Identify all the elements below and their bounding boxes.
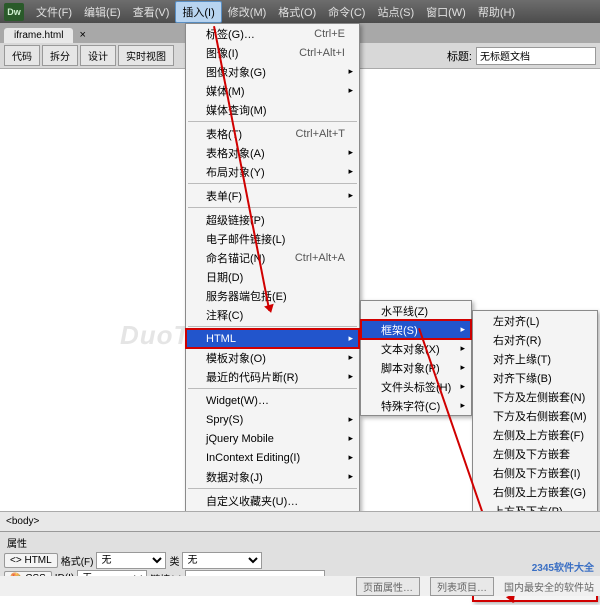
mi-anchor[interactable]: 命名锚记(N)Ctrl+Alt+A [186, 248, 359, 267]
mi-top[interactable]: 对齐上缘(T) [473, 349, 597, 368]
mi-br[interactable]: 下方及右侧嵌套(M) [473, 406, 597, 425]
mi-widget[interactable]: Widget(W)… [186, 391, 359, 410]
title-input[interactable] [476, 47, 596, 65]
mi-media[interactable]: 媒体(M) [186, 81, 359, 100]
mi-hr[interactable]: 水平线(Z) [361, 301, 471, 320]
mi-frame[interactable]: 框架(S) [361, 320, 471, 339]
view-split-button[interactable]: 拆分 [42, 45, 78, 66]
page-props-button[interactable]: 页面属性… [356, 577, 420, 596]
mi-rb[interactable]: 右侧及下方嵌套(I) [473, 463, 597, 482]
tag-body[interactable]: <body> [6, 516, 39, 527]
mi-html[interactable]: HTML [186, 329, 359, 348]
menu-modify[interactable]: 修改(M) [222, 2, 273, 22]
mi-left[interactable]: 左对齐(L) [473, 311, 597, 330]
menu-window[interactable]: 窗口(W) [420, 2, 472, 22]
class-label: 类 [169, 553, 179, 568]
mi-bottom[interactable]: 对齐下缘(B) [473, 368, 597, 387]
mi-jqm[interactable]: jQuery Mobile [186, 429, 359, 448]
mi-ssi[interactable]: 服务器端包括(E) [186, 286, 359, 305]
mi-form[interactable]: 表单(F) [186, 186, 359, 205]
mi-right[interactable]: 右对齐(R) [473, 330, 597, 349]
properties-header: 属性 [4, 534, 596, 551]
mi-lb[interactable]: 左侧及上方嵌套(F) [473, 425, 597, 444]
mi-ice[interactable]: InContext Editing(I) [186, 448, 359, 467]
format-select[interactable]: 无 [96, 552, 166, 569]
mi-bl[interactable]: 下方及左侧嵌套(N) [473, 387, 597, 406]
tab-iframe[interactable]: iframe.html [4, 28, 73, 43]
tab-close-icon[interactable]: × [73, 27, 91, 43]
title-label: 标题: [447, 48, 472, 64]
mi-data-obj[interactable]: 数据对象(J) [186, 467, 359, 486]
props-tab-html[interactable]: <> HTML [4, 553, 58, 568]
mi-hyperlink[interactable]: 超级链接(P) [186, 210, 359, 229]
mi-spry[interactable]: Spry(S) [186, 410, 359, 429]
mi-media-query[interactable]: 媒体查询(M) [186, 100, 359, 119]
menu-site[interactable]: 站点(S) [371, 2, 420, 22]
properties-panel: 属性 <> HTML 格式(F) 无 类 无 🎨 CSS ID(I) 无 链接(… [0, 531, 600, 576]
menu-view[interactable]: 查看(V) [127, 2, 176, 22]
menu-bar: Dw 文件(F) 编辑(E) 查看(V) 插入(I) 修改(M) 格式(O) 命… [0, 0, 600, 23]
mi-script-obj[interactable]: 脚本对象(P) [361, 358, 471, 377]
view-code-button[interactable]: 代码 [4, 45, 40, 66]
menu-insert[interactable]: 插入(I) [175, 1, 221, 23]
insert-dropdown: 标签(G)…Ctrl+E 图像(I)Ctrl+Alt+I 图像对象(G) 媒体(… [185, 23, 360, 530]
mi-layout-obj[interactable]: 布局对象(Y) [186, 162, 359, 181]
menu-format[interactable]: 格式(O) [272, 2, 322, 22]
mi-tag[interactable]: 标签(G)…Ctrl+E [186, 24, 359, 43]
menu-file[interactable]: 文件(F) [30, 2, 78, 22]
menu-help[interactable]: 帮助(H) [472, 2, 521, 22]
mi-special[interactable]: 特殊字符(C) [361, 396, 471, 415]
footer-bar: 页面属性… 列表项目… 国内最安全的软件站 [0, 576, 600, 596]
brand-watermark: 2345软件大全 [532, 559, 594, 574]
class-select[interactable]: 无 [182, 552, 262, 569]
mi-template[interactable]: 模板对象(O) [186, 348, 359, 367]
mi-email[interactable]: 电子邮件链接(L) [186, 229, 359, 248]
mi-rt[interactable]: 右侧及上方嵌套(G) [473, 482, 597, 501]
app-logo-icon: Dw [4, 3, 24, 21]
mi-image-obj[interactable]: 图像对象(G) [186, 62, 359, 81]
tag-selector-bar: <body> [0, 511, 600, 531]
mi-fav[interactable]: 自定义收藏夹(U)… [186, 491, 359, 510]
mi-text-obj[interactable]: 文本对象(X) [361, 339, 471, 358]
format-label: 格式(F) [61, 553, 94, 568]
view-live-button[interactable]: 实时视图 [118, 45, 174, 66]
mi-lt[interactable]: 左侧及下方嵌套 [473, 444, 597, 463]
view-design-button[interactable]: 设计 [80, 45, 116, 66]
mi-image[interactable]: 图像(I)Ctrl+Alt+I [186, 43, 359, 62]
list-props-button[interactable]: 列表项目… [430, 577, 494, 596]
footer-slogan: 国内最安全的软件站 [504, 579, 594, 594]
menu-edit[interactable]: 编辑(E) [78, 2, 127, 22]
mi-table-obj[interactable]: 表格对象(A) [186, 143, 359, 162]
mi-file-hdr[interactable]: 文件头标签(H) [361, 377, 471, 396]
mi-recent[interactable]: 最近的代码片断(R) [186, 367, 359, 386]
mi-table[interactable]: 表格(T)Ctrl+Alt+T [186, 124, 359, 143]
mi-date[interactable]: 日期(D) [186, 267, 359, 286]
html-submenu: 水平线(Z) 框架(S) 文本对象(X) 脚本对象(P) 文件头标签(H) 特殊… [360, 300, 472, 416]
menu-command[interactable]: 命令(C) [322, 2, 371, 22]
